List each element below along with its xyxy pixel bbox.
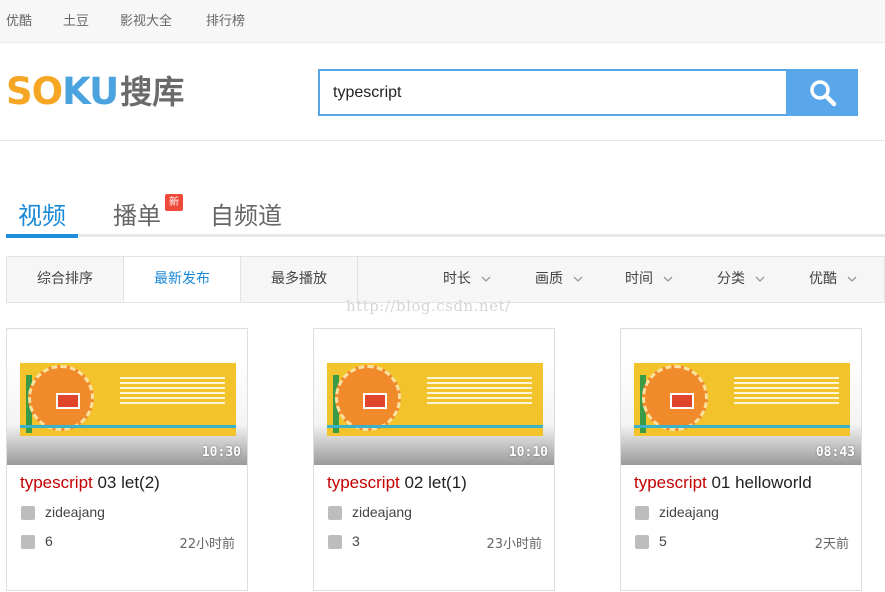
filter-label: 画质 — [535, 271, 563, 287]
video-duration: 10:30 — [201, 445, 241, 460]
title-keyword: typescript — [327, 473, 400, 492]
chevron-down-icon — [573, 276, 583, 282]
watermark: http://blog.csdn.net/ — [346, 297, 511, 315]
video-title[interactable]: typescript 02 let(1) — [327, 473, 467, 493]
tab-video[interactable]: 视频 — [18, 196, 66, 231]
filter-label: 时间 — [625, 271, 653, 287]
thumbnail-image — [634, 363, 850, 436]
author-name: zideajang — [659, 504, 719, 520]
tab-playlist[interactable]: 播单 — [113, 196, 161, 231]
header: SOKU 搜库 — [0, 43, 885, 141]
filter-label: 优酷 — [809, 271, 837, 287]
tab-channel[interactable]: 自频道 — [210, 196, 282, 231]
search-icon — [809, 79, 836, 106]
logo-latin: SOKU — [6, 70, 119, 113]
search-button[interactable] — [787, 69, 858, 116]
topnav-link-youku[interactable]: 优酷 — [6, 10, 32, 29]
play-count: 6 — [45, 533, 53, 549]
logo-cn: 搜库 — [120, 73, 185, 111]
top-nav: 优酷 土豆 影视大全 排行榜 — [0, 0, 885, 43]
chevron-down-icon — [481, 276, 491, 282]
user-icon — [328, 506, 342, 520]
video-card[interactable]: 10:30 typescript 03 let(2) zideajang 6 2… — [6, 328, 248, 591]
tabs-divider — [6, 234, 885, 237]
video-title[interactable]: typescript 01 helloworld — [634, 473, 812, 493]
thumbnail-image — [327, 363, 543, 436]
author-name: zideajang — [45, 504, 105, 520]
soku-logo[interactable]: SOKU 搜库 — [6, 72, 184, 112]
video-duration: 08:43 — [815, 445, 855, 460]
title-rest: 02 let(1) — [399, 473, 467, 492]
result-tabs: 视频 播单 自频道 — [0, 186, 885, 238]
user-icon — [21, 506, 35, 520]
filter-quality[interactable]: 画质 — [535, 257, 583, 302]
filter-category[interactable]: 分类 — [717, 257, 765, 302]
sort-most-played[interactable]: 最多播放 — [241, 257, 358, 302]
sort-comprehensive[interactable]: 综合排序 — [7, 257, 124, 302]
publish-time: 2天前 — [814, 537, 849, 552]
title-rest: 03 let(2) — [92, 473, 160, 492]
author-name: zideajang — [352, 504, 412, 520]
play-count: 3 — [352, 533, 360, 549]
user-icon — [635, 506, 649, 520]
video-card[interactable]: 10:10 typescript 02 let(1) zideajang 3 2… — [313, 328, 555, 591]
chevron-down-icon — [755, 276, 765, 282]
tab-active-underline — [6, 234, 78, 238]
publish-time: 22小时前 — [179, 537, 235, 552]
filter-source[interactable]: 优酷 — [809, 257, 857, 302]
thumbnail-image — [20, 363, 236, 436]
video-thumbnail[interactable]: 08:43 — [621, 329, 861, 465]
sort-latest[interactable]: 最新发布 — [124, 257, 241, 302]
filter-bar: 综合排序 最新发布 最多播放 时长 画质 时间 分类 优酷 — [6, 256, 885, 303]
video-thumbnail[interactable]: 10:10 — [314, 329, 554, 465]
topnav-link-ranking[interactable]: 排行榜 — [206, 10, 245, 29]
publish-time: 23小时前 — [486, 537, 542, 552]
new-badge: 新 — [165, 194, 183, 211]
topnav-link-yingshi[interactable]: 影视大全 — [120, 10, 172, 29]
title-keyword: typescript — [20, 473, 93, 492]
play-icon — [21, 535, 35, 549]
chevron-down-icon — [847, 276, 857, 282]
filter-label: 时长 — [443, 271, 471, 287]
play-icon — [328, 535, 342, 549]
video-title[interactable]: typescript 03 let(2) — [20, 473, 160, 493]
play-icon — [635, 535, 649, 549]
filter-label: 分类 — [717, 271, 745, 287]
topnav-link-tudou[interactable]: 土豆 — [63, 10, 89, 29]
video-card[interactable]: 08:43 typescript 01 helloworld zideajang… — [620, 328, 862, 591]
search-input[interactable] — [320, 71, 786, 114]
play-count: 5 — [659, 533, 667, 549]
filter-time[interactable]: 时间 — [625, 257, 673, 302]
search-box — [318, 69, 788, 116]
chevron-down-icon — [663, 276, 673, 282]
filter-duration[interactable]: 时长 — [443, 257, 491, 302]
title-keyword: typescript — [634, 473, 707, 492]
video-thumbnail[interactable]: 10:30 — [7, 329, 247, 465]
title-rest: 01 helloworld — [706, 473, 812, 492]
video-duration: 10:10 — [508, 445, 548, 460]
